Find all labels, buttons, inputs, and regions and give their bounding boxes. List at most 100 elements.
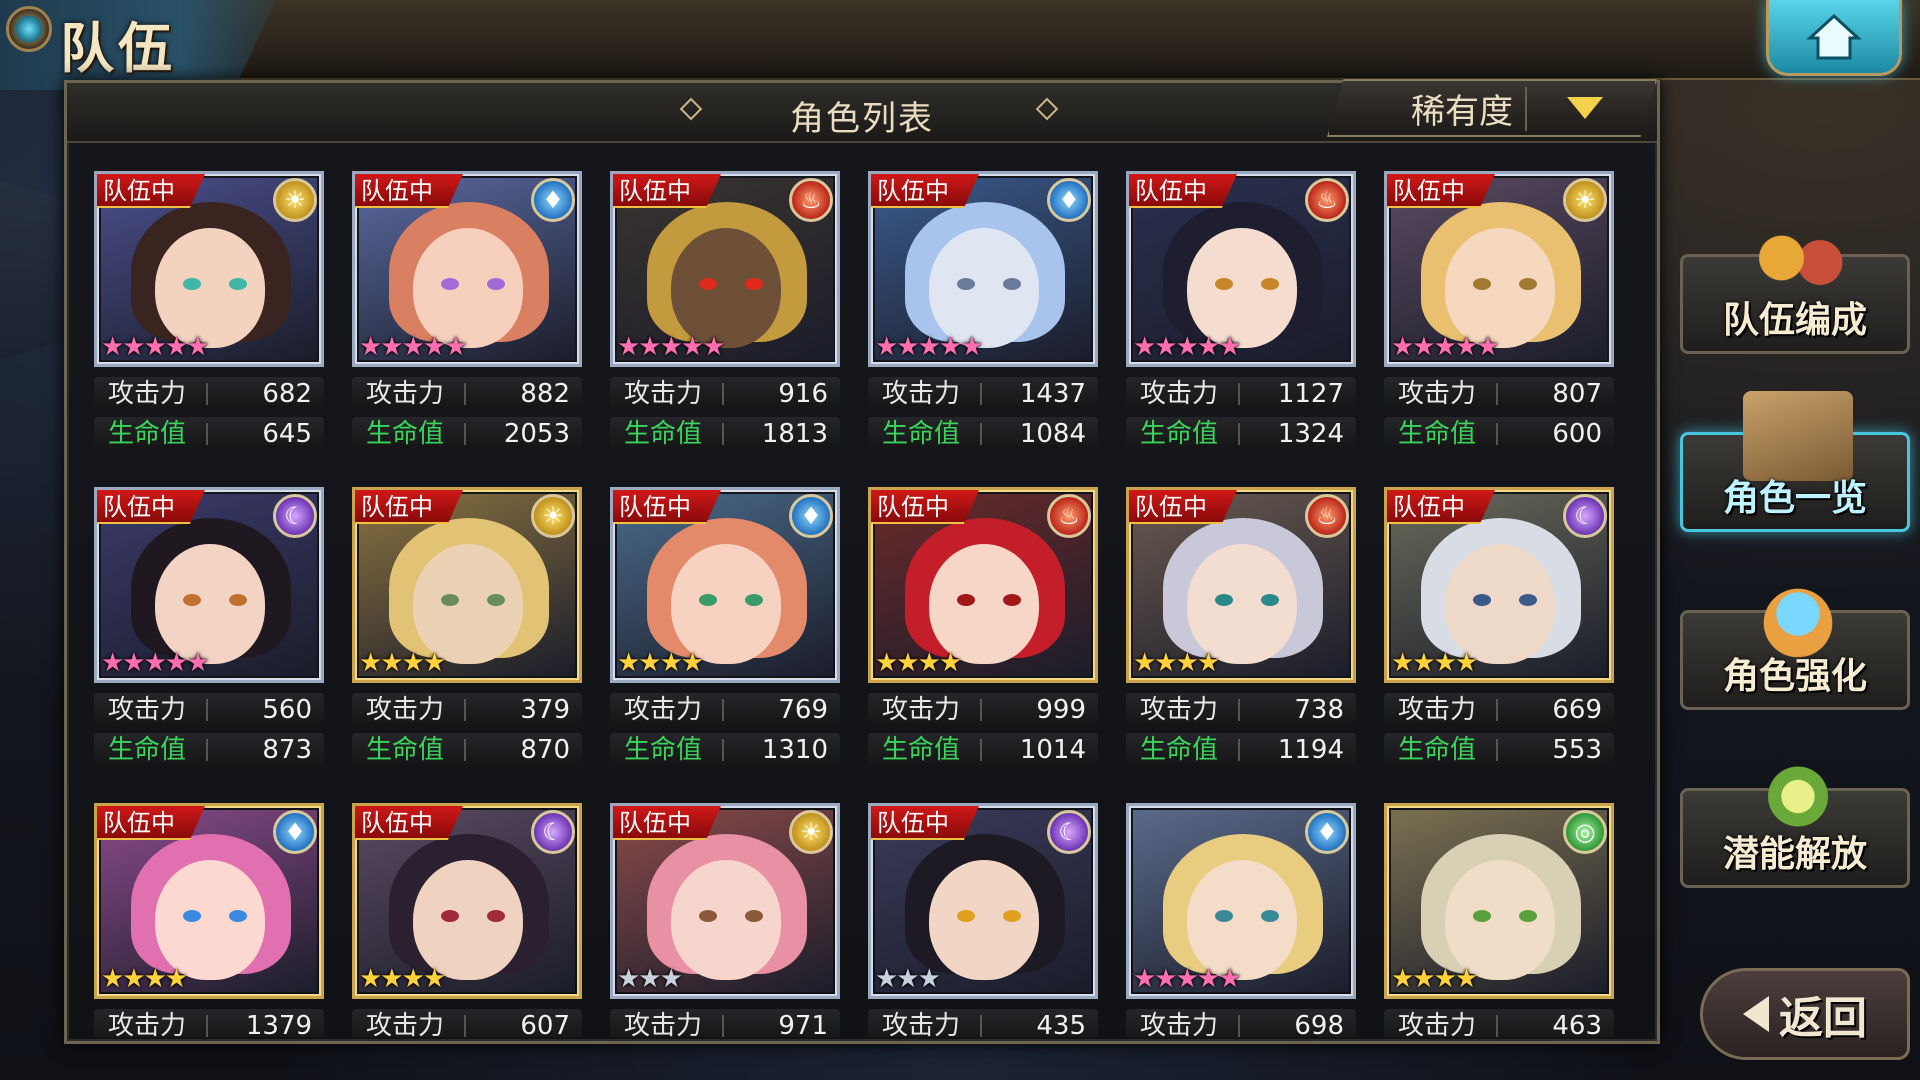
- attack-stat: 攻击力 698: [1126, 1009, 1356, 1037]
- character-portrait: 队伍中 ☀ ★★★★★: [1384, 171, 1614, 367]
- hp-value: 645: [262, 419, 312, 449]
- character-face: [155, 544, 265, 664]
- character-face: [929, 228, 1039, 348]
- stat-divider: [980, 423, 982, 445]
- attack-stat: 攻击力 882: [352, 377, 582, 411]
- stat-divider: [722, 383, 724, 405]
- attack-label: 攻击力: [624, 1011, 703, 1037]
- character-eye: [183, 910, 201, 922]
- attack-label: 攻击力: [108, 695, 187, 725]
- attack-value: 682: [262, 379, 312, 409]
- character-eye: [957, 594, 975, 606]
- attack-value: 463: [1552, 1011, 1602, 1037]
- character-card[interactable]: 队伍中☀★★★攻击力971生命值: [610, 803, 840, 1037]
- hp-label: 生命值: [366, 419, 445, 449]
- character-card[interactable]: ♦★★★★★攻击力698生命值: [1126, 803, 1356, 1037]
- character-card[interactable]: ◎★★★★攻击力463生命值: [1384, 803, 1614, 1037]
- sort-selected-value: 稀有度: [1411, 91, 1513, 132]
- attack-label: 攻击力: [1140, 695, 1219, 725]
- attack-label: 攻击力: [624, 695, 703, 725]
- character-card[interactable]: 队伍中 ☾ ★★★★ 攻击力 669 生命值 553: [1384, 487, 1614, 777]
- rarity-stars: ★★★★: [1391, 648, 1478, 678]
- character-card[interactable]: 队伍中 ♨ ★★★★ 攻击力 738 生命值 1194: [1126, 487, 1356, 777]
- character-card[interactable]: 队伍中 ☾ ★★★★★ 攻击力 560 生命值 873: [94, 487, 324, 777]
- character-eye: [1473, 910, 1491, 922]
- stat-divider: [464, 383, 466, 405]
- character-portrait: 队伍中 ♦ ★★★★★: [352, 171, 582, 367]
- character-card[interactable]: 队伍中 ♨ ★★★★★ 攻击力 1127 生命值 1324: [1126, 171, 1356, 461]
- character-card[interactable]: 队伍中☾★★★攻击力435生命值: [868, 803, 1098, 1037]
- hp-value: 1194: [1277, 735, 1344, 765]
- character-card[interactable]: 队伍中 ♨ ★★★★★ 攻击力 916 生命值 1813: [610, 171, 840, 461]
- stat-divider: [1238, 383, 1240, 405]
- hp-value: 1324: [1277, 419, 1344, 449]
- hp-label: 生命值: [108, 735, 187, 765]
- hp-stat: 生命值 870: [352, 733, 582, 767]
- character-card[interactable]: 队伍中 ☀ ★★★★ 攻击力 379 生命值 870: [352, 487, 582, 777]
- character-eye: [745, 594, 763, 606]
- light-element-icon: ☀: [1563, 178, 1607, 222]
- side-menu-button[interactable]: 角色强化: [1680, 569, 1910, 710]
- rarity-stars: ★★★★: [1391, 964, 1478, 994]
- character-card[interactable]: 队伍中 ♨ ★★★★ 攻击力 999 生命值 1014: [868, 487, 1098, 777]
- character-eye: [957, 278, 975, 290]
- sort-dropdown[interactable]: 稀有度: [1327, 79, 1657, 137]
- character-portrait: 队伍中 ♦ ★★★★★: [868, 171, 1098, 367]
- character-eye: [229, 594, 247, 606]
- character-card[interactable]: 队伍中 ♦ ★★★★★ 攻击力 882 生命值 2053: [352, 171, 582, 461]
- rarity-stars: ★★★★: [617, 648, 704, 678]
- character-card[interactable]: 队伍中 ♦ ★★★★★ 攻击力 1437 生命值 1084: [868, 171, 1098, 461]
- character-card[interactable]: 队伍中♦★★★★攻击力1379生命值: [94, 803, 324, 1037]
- attack-stat: 攻击力 669: [1384, 693, 1614, 727]
- home-button[interactable]: [1766, 0, 1902, 76]
- character-portrait: 队伍中 ☾ ★★★: [868, 803, 1098, 999]
- attack-stat: 攻击力 379: [352, 693, 582, 727]
- fire-element-icon: ♨: [1047, 494, 1091, 538]
- side-menu-button[interactable]: 角色一览: [1680, 391, 1910, 532]
- attack-value: 435: [1036, 1011, 1086, 1037]
- side-menu-label: 角色强化: [1722, 656, 1867, 697]
- in-team-badge: 队伍中: [97, 490, 205, 524]
- character-portrait: ◎ ★★★★: [1384, 803, 1614, 999]
- light-element-icon: ☀: [273, 178, 317, 222]
- character-face: [1445, 860, 1555, 980]
- back-button[interactable]: 返回: [1700, 968, 1910, 1060]
- character-card[interactable]: 队伍中☾★★★★攻击力607生命值: [352, 803, 582, 1037]
- hp-value: 553: [1552, 735, 1602, 765]
- light-element-icon: ☀: [531, 494, 575, 538]
- chevron-down-icon: [1567, 97, 1603, 119]
- hp-label: 生命值: [624, 419, 703, 449]
- in-team-badge: 队伍中: [97, 174, 205, 208]
- character-face: [413, 228, 523, 348]
- character-eye: [1473, 278, 1491, 290]
- character-portrait: 队伍中 ♨ ★★★★: [1126, 487, 1356, 683]
- in-team-badge: 队伍中: [355, 174, 463, 208]
- attack-label: 攻击力: [108, 1011, 187, 1037]
- character-eye: [487, 278, 505, 290]
- attack-label: 攻击力: [366, 695, 445, 725]
- character-eye: [699, 594, 717, 606]
- character-eye: [1519, 910, 1537, 922]
- side-menu-button[interactable]: 队伍编成: [1680, 213, 1910, 354]
- attack-value: 882: [520, 379, 570, 409]
- character-eye: [957, 910, 975, 922]
- character-face: [929, 860, 1039, 980]
- character-card[interactable]: 队伍中 ☀ ★★★★★ 攻击力 682 生命值 645: [94, 171, 324, 461]
- rarity-stars: ★★★: [617, 964, 683, 994]
- attack-stat: 攻击力 738: [1126, 693, 1356, 727]
- side-menu-button[interactable]: 潜能解放: [1680, 747, 1910, 888]
- back-arrow-icon: [1743, 996, 1769, 1032]
- attack-label: 攻击力: [1140, 379, 1219, 409]
- fire-element-icon: ♨: [1305, 494, 1349, 538]
- water-element-icon: ♦: [789, 494, 833, 538]
- rarity-stars: ★★★★★: [1133, 332, 1242, 362]
- character-face: [155, 860, 265, 980]
- character-portrait: 队伍中 ☾ ★★★★: [352, 803, 582, 999]
- hp-stat: 生命值 645: [94, 417, 324, 451]
- side-menu-label: 角色一览: [1722, 478, 1867, 519]
- character-eye: [229, 278, 247, 290]
- character-card[interactable]: 队伍中 ☀ ★★★★★ 攻击力 807 生命值 600: [1384, 171, 1614, 461]
- hp-value: 873: [262, 735, 312, 765]
- character-card[interactable]: 队伍中 ♦ ★★★★ 攻击力 769 生命值 1310: [610, 487, 840, 777]
- attack-stat: 攻击力 682: [94, 377, 324, 411]
